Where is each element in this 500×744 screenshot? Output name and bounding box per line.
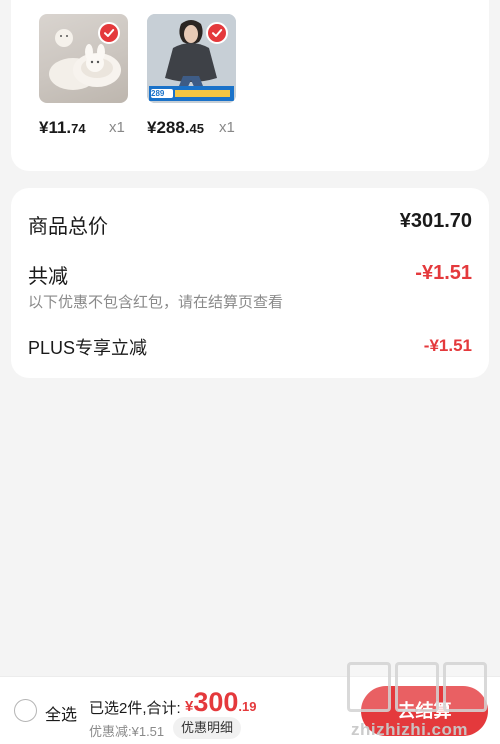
selected-products-card: ¥11.74 x1 289 ¥288.45 x1 (11, 0, 489, 171)
discount-detail-button[interactable]: 优惠明细 (173, 717, 242, 739)
discount-amount-text: 优惠减:¥1.51 (89, 724, 165, 739)
product-item-slipper[interactable]: ¥11.74 x1 (39, 14, 128, 137)
total-price-label: 商品总价 (28, 216, 108, 238)
total-price-value: ¥301.70 (399, 210, 472, 232)
product-thumbnail-slipper[interactable] (39, 14, 128, 103)
checkout-total: ¥300.19 (185, 687, 256, 718)
checkout-total-decimal: .19 (238, 699, 257, 714)
reduction-value: -¥1.51 (415, 262, 472, 284)
selected-check-icon[interactable] (98, 22, 120, 44)
product-price-row: ¥288.45 x1 (147, 118, 257, 138)
product-price-integer: ¥11. (39, 118, 72, 137)
checkout-total-integer: 300 (193, 687, 239, 717)
selected-count-text: 已选2件,合计: (89, 700, 181, 717)
product-price-row: ¥11.74 x1 (39, 118, 149, 138)
product-price-decimal: 74 (71, 121, 86, 136)
plus-discount-label: PLUS专享立减 (28, 338, 148, 358)
product-item-coat[interactable]: 289 ¥288.45 x1 (147, 14, 236, 137)
price-summary-card: 商品总价 ¥301.70 共减 -¥1.51 以下优惠不包含红包，请在结算页查看… (11, 188, 489, 378)
product-price-integer: ¥288. (147, 118, 190, 137)
product-thumbnail-coat[interactable]: 289 (147, 14, 236, 103)
selected-check-icon[interactable] (206, 22, 228, 44)
product-quantity: x1 (109, 119, 125, 136)
product-price-decimal: 45 (189, 121, 205, 136)
select-all-radio[interactable] (14, 699, 37, 722)
coat-promo-price-tag: 289 (151, 89, 165, 98)
reduction-label: 共减 (28, 266, 68, 288)
checkout-bar: 全选 已选2件,合计: ¥300.19 优惠减:¥1.51 优惠明细 去结算 (0, 676, 500, 744)
select-all-label[interactable]: 全选 (45, 701, 77, 725)
product-quantity: x1 (219, 119, 235, 136)
checkout-button[interactable]: 去结算 (361, 686, 488, 736)
plus-discount-value: -¥1.51 (423, 336, 472, 355)
reduction-note: 以下优惠不包含红包，请在结算页查看 (28, 294, 284, 311)
